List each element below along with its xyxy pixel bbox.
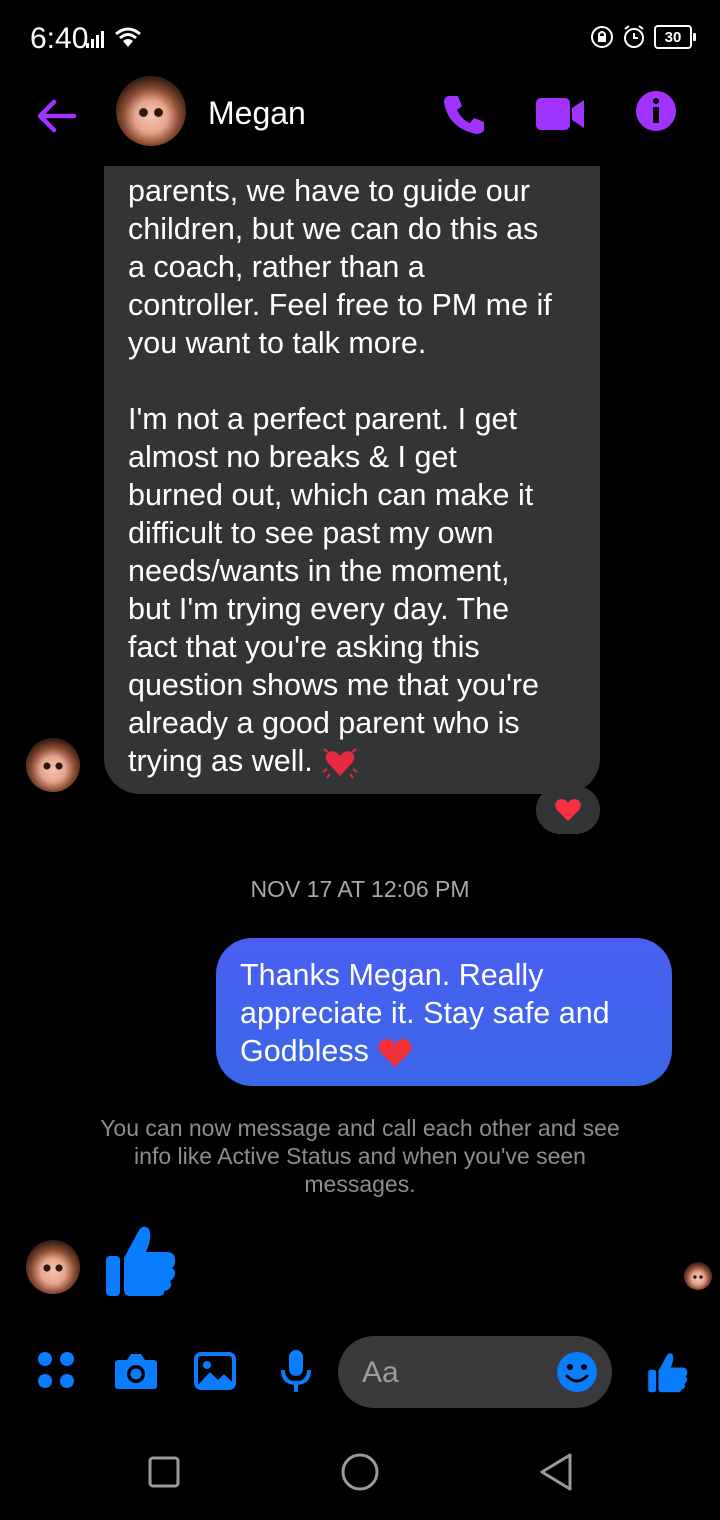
connection-notice: You can now message and call each other … <box>100 1115 620 1197</box>
outgoing-message-text: Thanks Megan. Really appreciate it. Stay… <box>240 956 660 1070</box>
beating-heart-icon <box>322 748 358 779</box>
home-icon[interactable] <box>340 1452 380 1492</box>
send-like-icon[interactable] <box>646 1350 690 1394</box>
alarm-icon <box>624 25 644 48</box>
camera-icon[interactable] <box>114 1352 158 1390</box>
outgoing-message-body: Thanks Megan. Really appreciate it. Stay… <box>240 958 610 1068</box>
signal-icon <box>86 31 104 48</box>
sender-avatar[interactable] <box>26 1240 80 1294</box>
message-composer: Aa <box>0 1330 720 1414</box>
recent-apps-icon[interactable] <box>148 1456 180 1488</box>
wifi-icon <box>115 27 141 47</box>
incoming-message-body: parents, we have to guide our children, … <box>128 174 552 778</box>
video-call-icon[interactable] <box>534 90 588 138</box>
heart-icon <box>555 799 581 821</box>
info-icon[interactable] <box>634 89 678 133</box>
seen-indicator-avatar <box>684 1262 712 1290</box>
sender-avatar[interactable] <box>26 738 80 792</box>
thumbs-up-icon[interactable] <box>102 1222 180 1298</box>
incoming-message-text: parents, we have to guide our children, … <box>128 172 588 782</box>
back-nav-icon[interactable] <box>538 1452 574 1492</box>
emoji-icon[interactable] <box>556 1351 598 1393</box>
navigation-bar <box>0 1420 720 1520</box>
contact-name[interactable]: Megan <box>208 95 306 132</box>
message-timestamp: NOV 17 AT 12:06 PM <box>250 876 470 902</box>
microphone-icon[interactable] <box>280 1348 312 1394</box>
contact-avatar[interactable] <box>116 76 186 146</box>
rotation-lock-icon <box>591 26 613 48</box>
status-time: 6:40 <box>30 22 89 55</box>
gallery-icon[interactable] <box>194 1352 236 1390</box>
message-input[interactable]: Aa <box>338 1336 612 1408</box>
chat-header: Megan <box>0 76 720 166</box>
back-arrow-icon[interactable] <box>34 94 78 138</box>
message-input-placeholder: Aa <box>362 1356 399 1389</box>
status-bar: 6:40 30 <box>0 0 720 76</box>
red-heart-icon <box>378 1038 412 1068</box>
battery-icon: 30 <box>654 25 696 49</box>
apps-menu-icon[interactable] <box>36 1350 76 1390</box>
phone-call-icon[interactable] <box>440 90 488 138</box>
